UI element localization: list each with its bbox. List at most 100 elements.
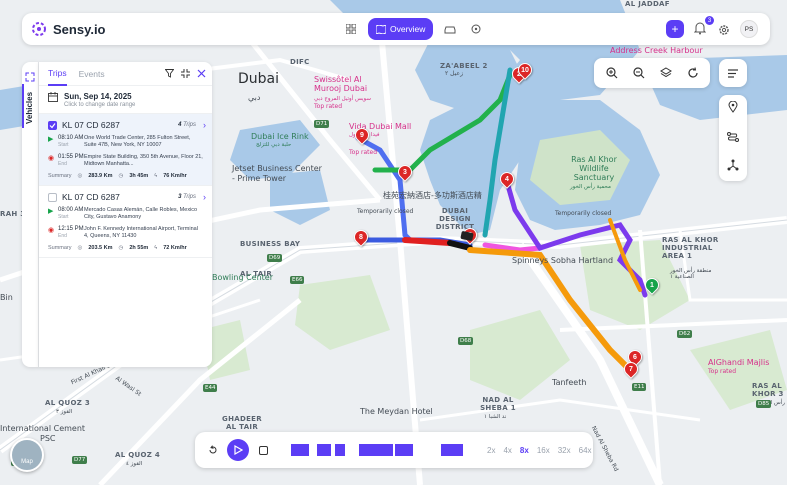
nav-dashboard-button[interactable]: [342, 20, 360, 38]
speed-option[interactable]: 8x: [520, 446, 529, 455]
trip-count: 4 Trips: [178, 122, 196, 128]
map-icon: [376, 24, 386, 34]
label-ras-industrial: RAS AL KHOR INDUSTRIAL AREA 1: [662, 236, 719, 260]
grid-icon: [346, 24, 356, 34]
tab-events[interactable]: Events: [79, 63, 105, 85]
collapse-button[interactable]: [180, 68, 190, 78]
map-side-tools: [719, 95, 747, 181]
trip-checkbox[interactable]: [48, 192, 57, 202]
label-cement: International Cement: [0, 424, 86, 433]
settings-button[interactable]: [718, 23, 730, 35]
playback-timeline[interactable]: [291, 444, 463, 456]
date-range-picker[interactable]: Sun, Sep 14, 2025 Click to change date r…: [39, 86, 212, 114]
list-toggle-button[interactable]: [719, 59, 747, 87]
zoom-in-button[interactable]: [604, 65, 620, 81]
summary-label: Summary: [48, 173, 72, 179]
trip-speed: 76 Km/hr: [163, 173, 187, 179]
brand[interactable]: Sensy.io: [31, 21, 106, 37]
location-button[interactable]: [728, 100, 738, 118]
add-button[interactable]: +: [666, 20, 684, 38]
start-play-icon: ▶: [48, 136, 54, 143]
poi-swissotel-ar: سويس أوتيل المروج دبي: [314, 96, 371, 102]
nav-overview-label: Overview: [390, 24, 426, 34]
trip-duration: 2h 55m: [129, 245, 149, 251]
nav-drivers-button[interactable]: [467, 20, 485, 38]
close-panel-button[interactable]: [196, 68, 206, 78]
zoom-out-button[interactable]: [631, 65, 647, 81]
poi-bowling[interactable]: Bowling Center: [212, 273, 273, 282]
label-al-jaddaf: AL JADDAF: [625, 0, 670, 8]
refresh-icon: [687, 67, 698, 78]
car-icon: [444, 26, 456, 33]
stop-icon: [258, 445, 268, 455]
avatar[interactable]: PS: [740, 20, 758, 38]
stop-button[interactable]: [255, 442, 271, 458]
poi-meydan[interactable]: The Meydan Hotel: [360, 407, 433, 416]
network-button[interactable]: [727, 158, 739, 176]
poi-ras-al-khor[interactable]: Ras Al Khor Wildlife Sanctuary: [562, 155, 626, 182]
date-main: Sun, Sep 14, 2025: [64, 92, 132, 101]
poi-alghandi[interactable]: AlGhandi Majlis: [708, 358, 769, 367]
poi-jetset[interactable]: Jetset Business Center - Prime Tower: [232, 164, 322, 184]
speed-option[interactable]: 16x: [537, 446, 550, 455]
vehicles-side-tab[interactable]: Vehicles: [22, 62, 39, 367]
distance-icon: ◎: [77, 173, 83, 179]
bell-icon: [693, 22, 707, 35]
speed-option[interactable]: 32x: [558, 446, 571, 455]
start-time: 08:10 AM: [58, 135, 84, 141]
notifications-button[interactable]: 3: [693, 16, 714, 36]
poi-address-creek[interactable]: Address Creek Harbour: [610, 46, 703, 55]
chevron-right-icon[interactable]: ›: [203, 192, 206, 202]
label-al-quoz4-ar: القوز ٤: [126, 461, 143, 467]
filter-button[interactable]: [164, 68, 174, 78]
check-icon: [49, 122, 56, 128]
vehicles-tab-label: Vehicles: [25, 91, 34, 124]
tab-trips[interactable]: Trips: [48, 62, 67, 86]
route-marker-label: 4: [505, 175, 509, 183]
start-address: Mercado Casas Alemán, Calle Robles, Mexi…: [84, 207, 198, 220]
trip-card[interactable]: KL 07 CD 6287 3 Trips › ▶ 08:00 AM Start …: [39, 186, 212, 258]
label-design-district: DUBAI DESIGN DISTRICT: [435, 207, 475, 231]
poi-vida-rated: Top rated: [349, 149, 378, 156]
trip-card[interactable]: KL 07 CD 6287 4 Trips › ▶ 08:10 AM Start …: [39, 114, 212, 186]
nav-overview-button[interactable]: Overview: [368, 18, 434, 40]
chevron-right-icon[interactable]: ›: [203, 120, 206, 130]
collapse-icon: [180, 68, 190, 78]
end-stop-icon: ◉: [48, 155, 55, 162]
trip-end: ◉ 12:15 PM End John F. Kennedy Internatio…: [48, 226, 203, 240]
poi-ras-al-khor-ar: محمية رأس الخور: [570, 184, 611, 190]
refresh-button[interactable]: [685, 65, 701, 81]
speed-option[interactable]: 4x: [503, 446, 511, 455]
brand-name: Sensy.io: [53, 21, 106, 37]
poi-swissotel[interactable]: Swissôtel Al Murooj Dubai: [314, 75, 374, 93]
road-badge: E66: [290, 276, 305, 284]
poi-spinneys[interactable]: Spinneys Sobha Hartland: [512, 256, 613, 265]
label-temp-closed-2: Temporarily closed: [357, 208, 414, 215]
nav-vehicles-button[interactable]: [441, 20, 459, 38]
start-label: Start: [58, 142, 69, 148]
poi-ice-rink[interactable]: Dubai Ice Rink: [251, 132, 309, 141]
attribution-text: Map: [21, 459, 33, 465]
poi-tanfeeth[interactable]: Tanfeeth: [552, 378, 586, 387]
replay-button[interactable]: [205, 442, 221, 458]
label-nad-sheba-ar: ند الشبا ١: [484, 414, 507, 420]
trip-summary: Summary ◎ 203.5 Km ◷ 2h 55m ϟ 72 Km/hr: [48, 245, 203, 253]
trip-checkbox[interactable]: [48, 120, 57, 130]
trip-summary: Summary ◎ 283.9 Km ◷ 3h 45m ϟ 76 Km/hr: [48, 173, 203, 181]
label-dubai: Dubai: [238, 71, 280, 87]
route-marker-label: 1: [650, 281, 654, 289]
end-label: End: [58, 233, 67, 239]
layers-button[interactable]: [658, 65, 674, 81]
road-badge: D85: [756, 400, 772, 408]
label-ras3: RAS AL KHOR 3: [752, 382, 784, 398]
map-attribution-badge[interactable]: Map: [10, 438, 44, 472]
speed-option[interactable]: 2x: [487, 446, 495, 455]
route-button[interactable]: [727, 129, 739, 147]
map-toolbar: [594, 58, 710, 88]
play-button[interactable]: [227, 439, 249, 461]
expand-icon[interactable]: [25, 69, 35, 82]
poi-hotel-cn[interactable]: 桂苑宏納酒店-多功斯酒店精: [383, 190, 482, 201]
layers-icon: [659, 67, 672, 78]
speed-option[interactable]: 64x: [579, 446, 592, 455]
filter-icon: [164, 68, 174, 78]
